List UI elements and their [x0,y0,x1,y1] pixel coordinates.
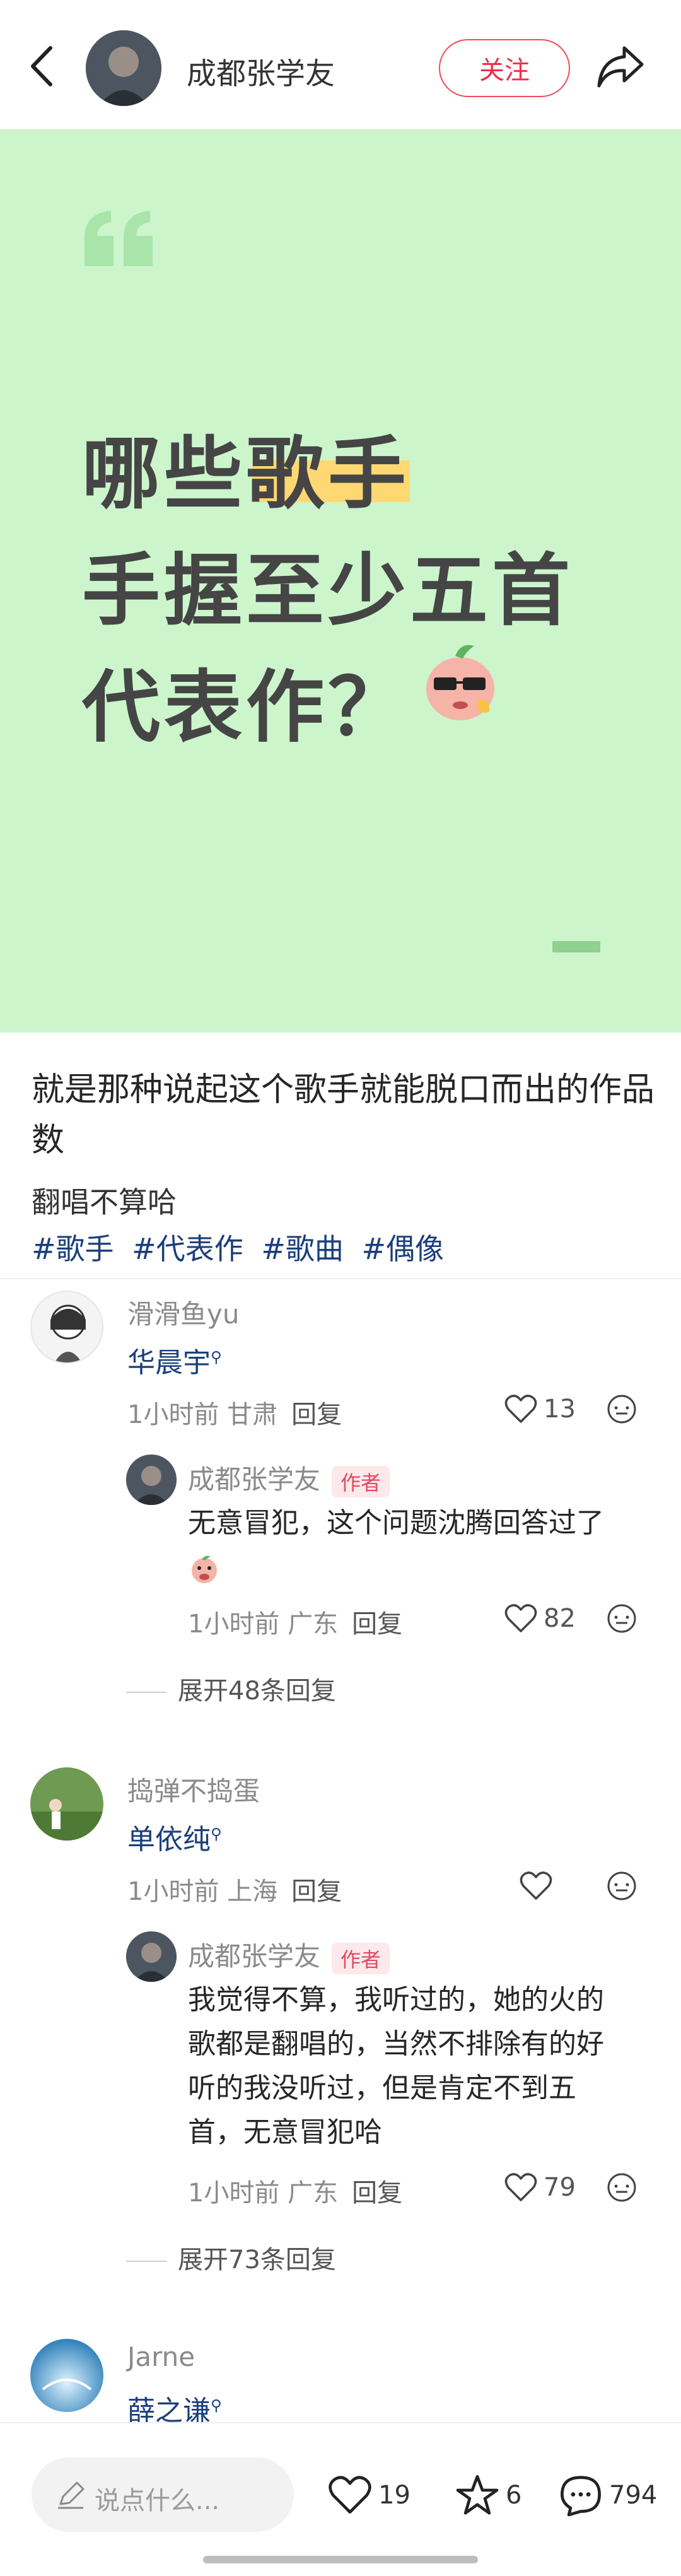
reply-button[interactable]: 回复 [291,1877,342,1906]
comment-button[interactable]: 794 [559,2471,657,2519]
tag-link[interactable]: #偶像 [362,1232,445,1266]
quote-mark-icon [84,211,153,266]
more-options-icon[interactable] [605,2171,638,2204]
reply-button[interactable]: 回复 [291,1400,342,1429]
like-count: 82 [544,1604,576,1633]
reply-button[interactable]: 回复 [352,2179,402,2208]
comment-text[interactable]: 华晨宇⚲ [127,1340,222,1380]
post-title: 就是那种说起这个歌手就能脱口而出的作品数 [32,1071,655,1159]
comment-bubble-icon [561,2476,601,2517]
reply-text[interactable]: 无意冒犯，这个问题沈腾回答过了 [188,1501,604,1545]
post-description: 翻唱不算哈 [32,1185,177,1219]
like-count: 19 [378,2481,410,2510]
cover-title-line-1: 哪些歌手 [82,429,410,520]
replier-name[interactable]: 成都张学友 作者 [188,1935,390,1974]
more-options-icon[interactable] [605,1870,638,1902]
replier-avatar[interactable] [126,1931,177,1982]
tag-link[interactable]: #歌曲 [261,1232,344,1266]
home-indicator [203,2556,478,2563]
comment-count: 794 [609,2481,658,2510]
cover-title-line-2: 手握至少五首 [82,546,574,636]
replier-name[interactable]: 成都张学友 作者 [188,1458,390,1497]
author-badge: 作者 [332,1942,390,1974]
like-count: 79 [544,2173,576,2202]
comment-meta: 1小时前 上海 回复 [127,1877,342,1906]
heart-icon [329,2476,371,2514]
more-options-icon[interactable] [605,1602,638,1635]
author-badge: 作者 [332,1465,390,1497]
heart-icon [504,1395,537,1423]
favorite-count: 6 [506,2481,522,2510]
top-nav-bar: 成都张学友 关注 [0,0,681,129]
search-mini-icon: ⚲ [211,1348,222,1366]
commenter-avatar[interactable] [30,1291,103,1364]
like-button[interactable]: 19 [328,2471,410,2519]
like-count: 13 [544,1395,576,1424]
comment-like-button[interactable]: 13 [504,1391,576,1427]
cover-accent-dash [552,941,600,952]
cool-peach-sticker-icon [426,645,494,720]
pen-icon [58,2481,84,2509]
comment-like-button[interactable] [520,1868,559,1904]
reply-text[interactable]: 我觉得不算，我听过的，她的火的 歌都是翻唱的，当然不排除有的好 听的我没听过，但… [188,1978,604,2155]
comment-text[interactable]: 单依纯⚲ [127,1817,222,1857]
cover-title-line-3: 代表作？ [82,662,410,753]
heart-icon [504,1604,537,1632]
share-icon[interactable] [595,43,646,91]
search-mini-icon: ⚲ [211,2396,222,2415]
author-avatar[interactable] [86,30,161,106]
cover-image[interactable]: 哪些歌手 手握至少五首 代表作？ [0,129,681,1033]
commenter-avatar[interactable] [30,2339,103,2412]
back-arrow-icon[interactable] [28,44,55,88]
more-options-icon[interactable] [605,1393,638,1426]
post-tags: #歌手 #代表作 #歌曲 #偶像 [32,1226,453,1268]
reply-button[interactable]: 回复 [352,1610,402,1639]
heart-icon [520,1871,552,1900]
bottom-action-bar: 说点什么... 19 6 794 [0,2422,681,2576]
heart-icon [504,2173,537,2201]
tag-link[interactable]: #代表作 [132,1232,243,1266]
commenter-name[interactable]: Jarne [127,2341,195,2372]
comment-meta: 1小时前 甘肃 回复 [127,1400,342,1429]
commenter-name[interactable]: 滑滑鱼yu [127,1293,239,1332]
star-icon [456,2475,499,2515]
reply-like-button[interactable]: 82 [504,1601,576,1636]
tag-link[interactable]: #歌手 [32,1232,114,1266]
expand-replies-button[interactable]: 展开73条回复 [126,2239,336,2276]
commenter-name[interactable]: 捣弹不捣蛋 [127,1770,260,1808]
follow-button[interactable]: 关注 [439,39,570,97]
replier-avatar[interactable] [126,1455,177,1505]
favorite-button[interactable]: 6 [455,2471,521,2519]
reply-meta: 1小时前 广东 回复 [188,1610,403,1639]
reply-meta: 1小时前 广东 回复 [188,2179,403,2208]
section-divider [0,1278,681,1279]
commenter-avatar[interactable] [30,1767,103,1841]
crying-emoji-icon [192,1555,217,1583]
author-name[interactable]: 成都张学友 [187,49,335,93]
input-placeholder: 说点什么... [95,2486,220,2515]
search-mini-icon: ⚲ [211,1825,222,1843]
comment-input[interactable]: 说点什么... [32,2457,294,2532]
expand-replies-button[interactable]: 展开48条回复 [126,1670,336,1707]
reply-like-button[interactable]: 79 [504,2170,576,2205]
